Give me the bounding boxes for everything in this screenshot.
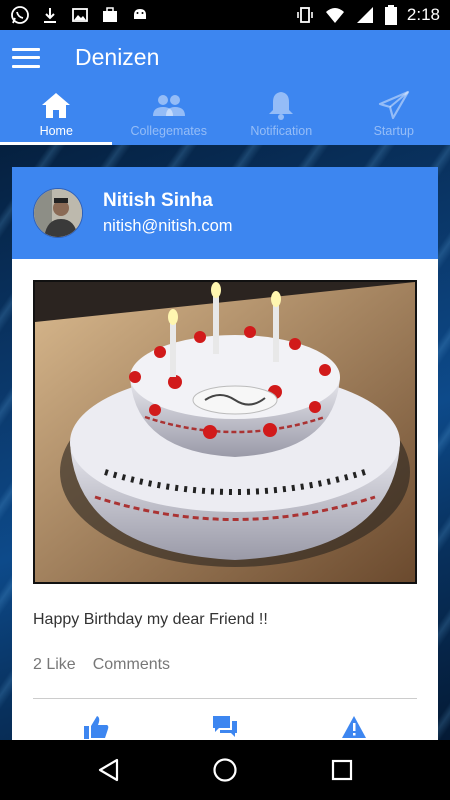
signal-icon	[356, 7, 373, 23]
tab-startup[interactable]: Startup	[338, 85, 450, 145]
vibrate-icon	[297, 7, 313, 23]
feed-area[interactable]: Nitish Sinha nitish@nitish.com Happy Bir…	[0, 145, 450, 740]
post-header[interactable]: Nitish Sinha nitish@nitish.com	[12, 167, 438, 259]
tab-label: Startup	[373, 124, 414, 138]
system-nav-bar	[0, 740, 450, 800]
send-icon	[377, 89, 411, 121]
tab-home[interactable]: Home	[0, 85, 113, 145]
post-text: Happy Birthday my dear Friend !!	[33, 611, 268, 628]
back-icon	[99, 758, 119, 782]
download-icon	[44, 8, 56, 23]
people-icon	[152, 89, 186, 121]
comment-icon[interactable]	[212, 715, 238, 739]
like-icon[interactable]	[83, 715, 109, 739]
status-time: 2:18	[406, 5, 440, 24]
android-icon	[134, 9, 146, 19]
likes-count[interactable]: 2 Like	[33, 656, 76, 674]
bell-icon	[264, 89, 298, 121]
tab-label: Collegemates	[130, 124, 207, 138]
home-button[interactable]	[212, 757, 238, 783]
post-stats: 2 Like Comments	[33, 656, 170, 674]
tab-bar: Home Collegemates Notification Startup	[0, 85, 450, 145]
author-name[interactable]: Nitish Sinha	[103, 190, 233, 212]
wifi-icon	[325, 8, 344, 23]
home-icon	[39, 89, 73, 121]
back-button[interactable]	[95, 757, 121, 783]
report-icon[interactable]	[341, 715, 367, 739]
whatsapp-icon	[11, 6, 29, 24]
comments-link[interactable]: Comments	[93, 656, 170, 674]
status-bar: 2:18	[0, 0, 450, 30]
recents-button[interactable]	[329, 757, 355, 783]
battery-icon	[384, 5, 397, 25]
recents-icon	[331, 759, 352, 781]
tab-label: Home	[39, 124, 73, 138]
tab-label: Notification	[250, 124, 313, 138]
briefcase-icon	[103, 7, 117, 22]
app-bar: Denizen Home Collegemates Notification S…	[0, 30, 450, 145]
app-title: Denizen	[75, 44, 160, 70]
post-actions	[33, 715, 417, 739]
home-circle-icon	[213, 758, 237, 782]
divider	[33, 698, 417, 699]
tab-collegemates[interactable]: Collegemates	[113, 85, 226, 145]
tab-notification[interactable]: Notification	[225, 85, 338, 145]
author-email: nitish@nitish.com	[103, 217, 233, 235]
post-card: Nitish Sinha nitish@nitish.com Happy Bir…	[12, 167, 438, 740]
avatar[interactable]	[33, 188, 83, 238]
menu-button[interactable]	[12, 47, 40, 68]
post-image[interactable]	[33, 280, 417, 584]
image-icon	[72, 8, 88, 22]
